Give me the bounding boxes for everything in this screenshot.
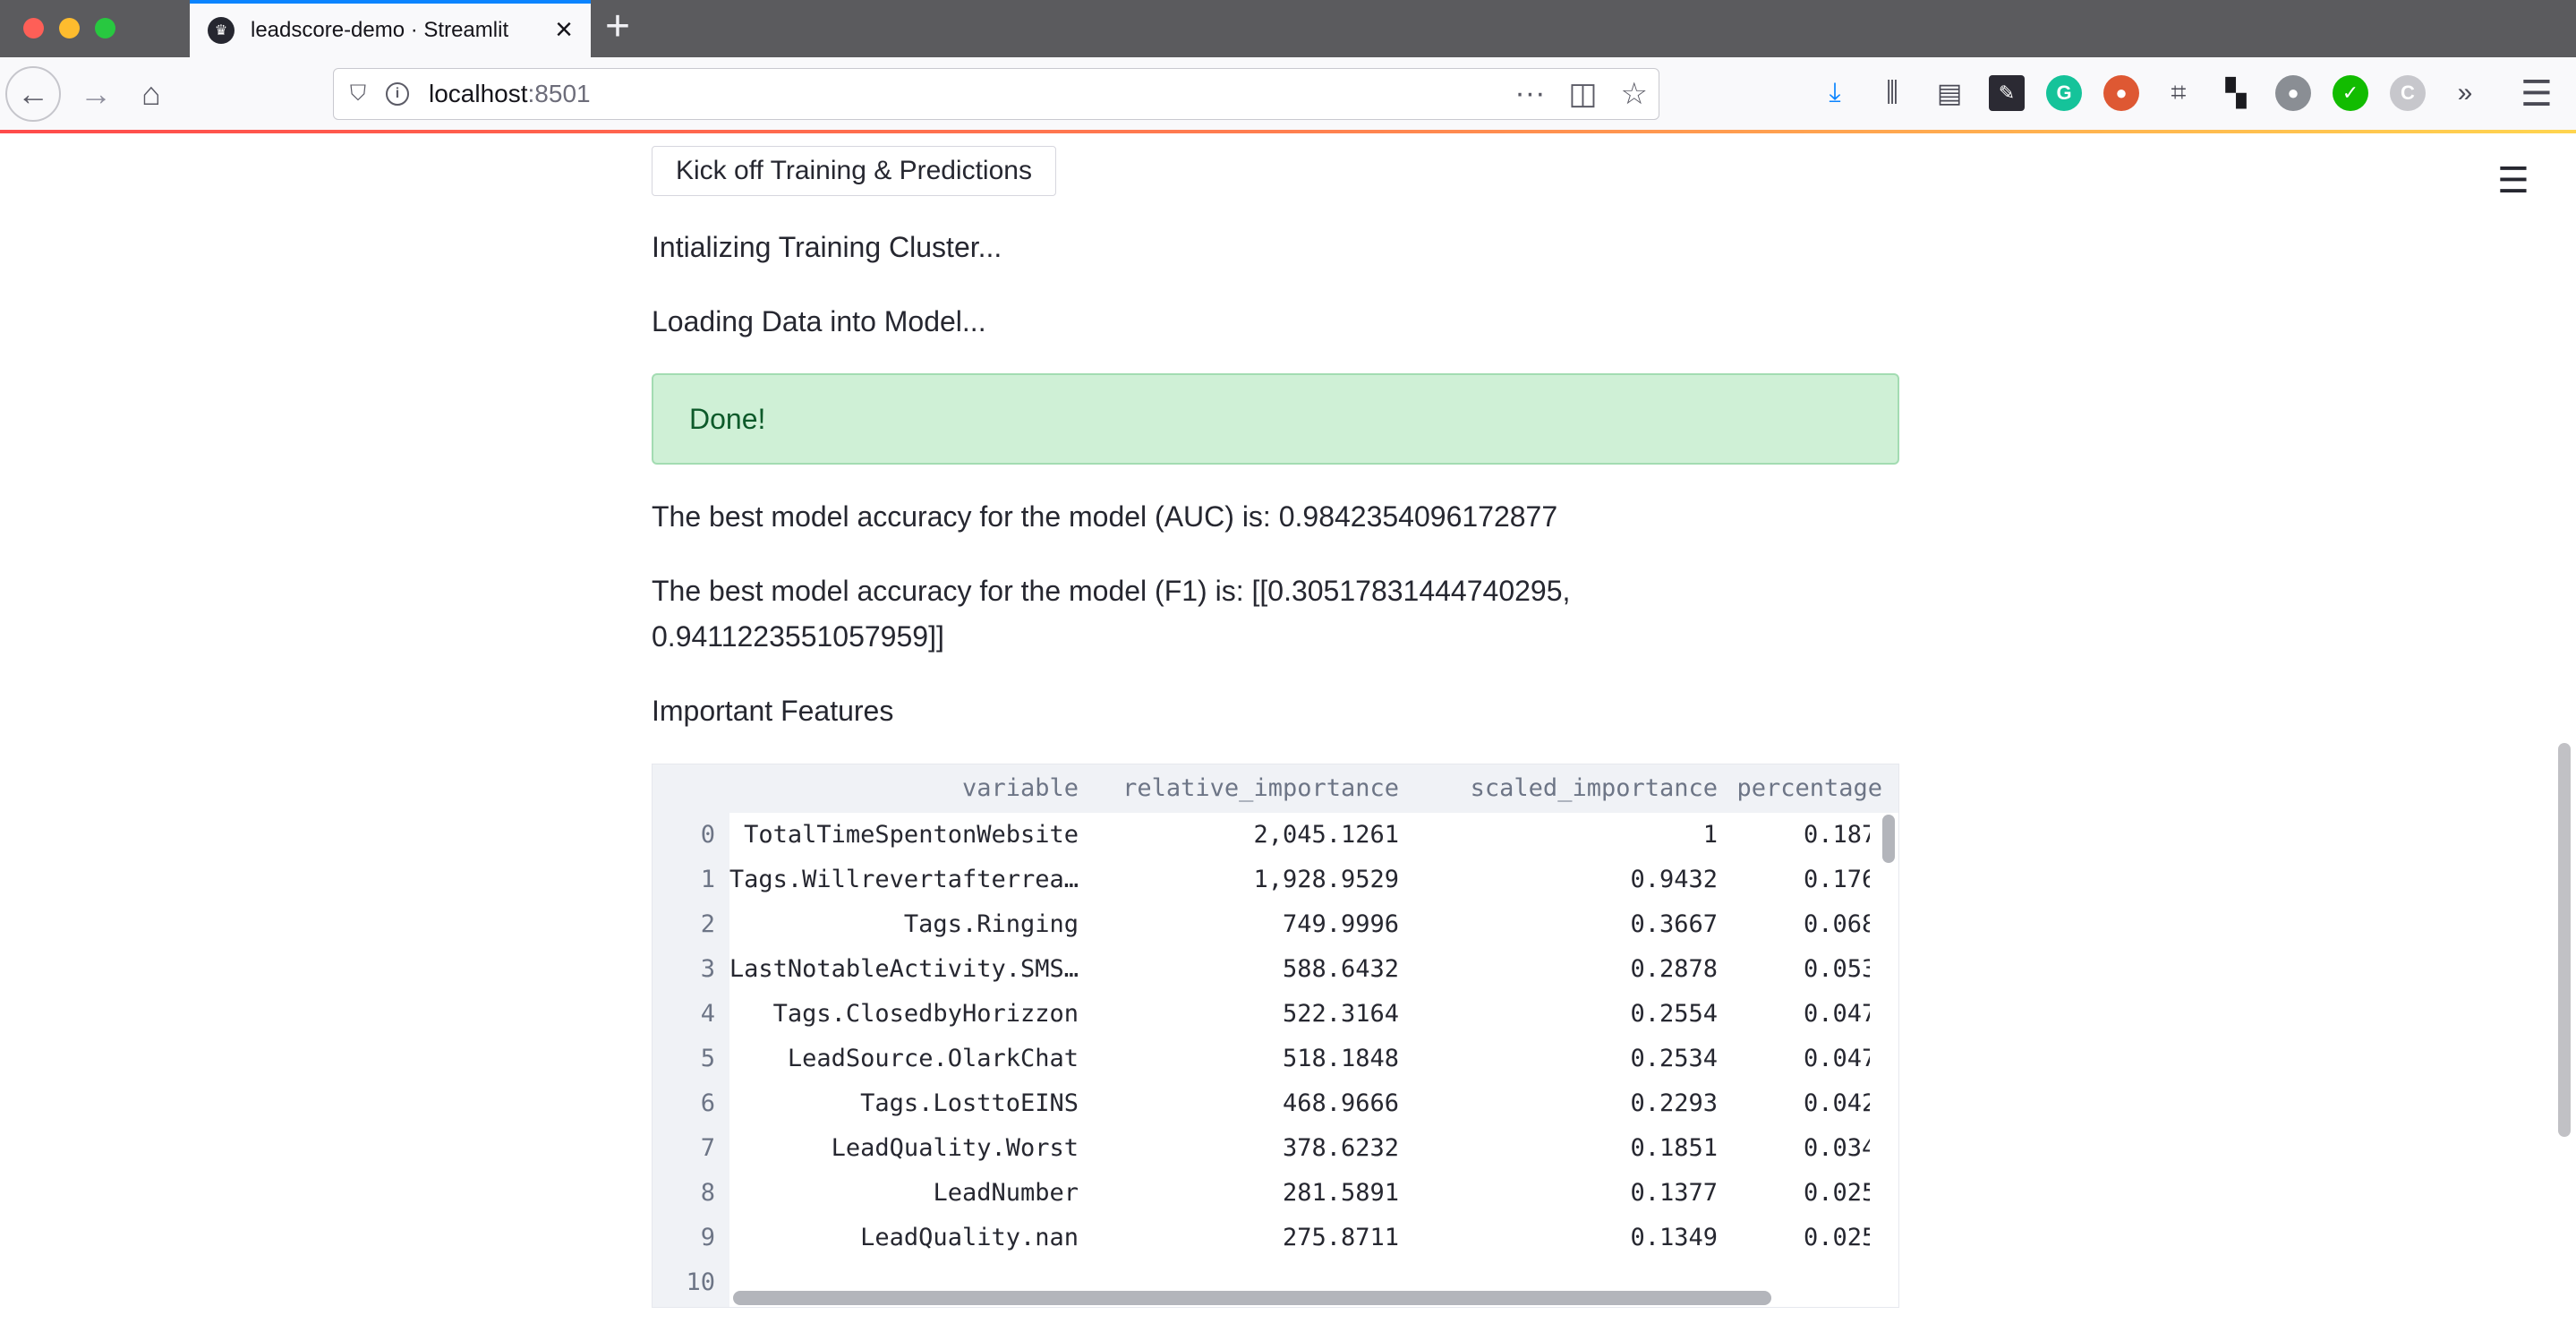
cell-relative-importance: 2,045.1261 xyxy=(1253,821,1399,849)
address-bar[interactable]: ⛉ i localhost:8501 ··· ◫ ☆ xyxy=(333,68,1659,120)
cell-variable: LeadNumber xyxy=(933,1179,1079,1207)
cell-variable: Tags.Willrevertafterrea… xyxy=(729,866,1079,893)
url-host: localhost xyxy=(429,80,528,107)
success-alert: Done! xyxy=(652,373,1899,465)
downloads-icon[interactable]: ⤓ xyxy=(1817,75,1853,111)
extension-grid-icon[interactable]: ⌗ xyxy=(2161,75,2196,111)
success-message: Done! xyxy=(689,402,766,435)
cell-percentage: 0.187 xyxy=(1804,821,1870,849)
close-window-button[interactable] xyxy=(23,18,44,38)
dataframe-horizontal-scrollbar[interactable] xyxy=(733,1291,1771,1305)
cell-percentage: 0.025 xyxy=(1804,1224,1870,1251)
overflow-chevron-icon[interactable]: » xyxy=(2447,75,2483,111)
features-heading: Important Features xyxy=(652,695,894,727)
column-header-relative-importance: relative_importance xyxy=(1122,774,1399,802)
cell-variable: TotalTimeSpentonWebsite xyxy=(744,821,1079,849)
new-tab-icon[interactable]: + xyxy=(605,5,630,48)
cell-variable: Tags.Ringing xyxy=(903,910,1079,938)
browser-tab-bar: ♛ leadscore-demo · Streamlit × + xyxy=(0,0,2576,57)
cell-scaled-importance: 0.1377 xyxy=(1630,1179,1718,1207)
browser-nav-bar: ← → ⌂ ⛉ i localhost:8501 ··· ◫ ☆ ⤓ ⫼ ▤ ✎… xyxy=(0,57,2576,131)
cell-percentage: 0.034 xyxy=(1804,1134,1870,1162)
cell-scaled-importance: 0.2534 xyxy=(1630,1045,1718,1072)
library-icon[interactable]: ⫼ xyxy=(1874,75,1910,111)
cell-relative-importance: 378.6232 xyxy=(1282,1134,1399,1162)
important-features-dataframe[interactable]: variable relative_importance scaled_import… xyxy=(652,764,1899,1308)
cell-scaled-importance: 0.1349 xyxy=(1630,1224,1718,1251)
site-info-icon[interactable]: i xyxy=(386,82,409,106)
sidebar-icon[interactable]: ▤ xyxy=(1932,75,1967,111)
url-port: :8501 xyxy=(527,80,591,107)
grammarly-icon[interactable]: G xyxy=(2046,75,2082,111)
profile-avatar-icon[interactable]: ● xyxy=(2275,75,2311,111)
cell-percentage: 0.068 xyxy=(1804,910,1870,938)
column-header-variable: variable xyxy=(961,774,1079,802)
minimize-window-button[interactable] xyxy=(59,18,80,38)
cell-variable: Tags.ClosedbyHorizzon xyxy=(772,1000,1079,1028)
cell-scaled-importance: 0.1851 xyxy=(1630,1134,1718,1162)
status-initializing: Intializing Training Cluster... xyxy=(652,231,1002,263)
cell-variable: LeadQuality.Worst xyxy=(831,1134,1079,1162)
cell-relative-importance: 588.6432 xyxy=(1282,955,1399,983)
cell-relative-importance: 518.1848 xyxy=(1282,1045,1399,1072)
cell-percentage: 0.025 xyxy=(1804,1179,1870,1207)
cell-relative-importance: 281.5891 xyxy=(1282,1179,1399,1207)
extension-pin-icon[interactable]: ✎ xyxy=(1989,75,2025,111)
browser-menu-icon[interactable]: ☰ xyxy=(2521,73,2553,115)
duckduckgo-icon[interactable]: ● xyxy=(2103,75,2139,111)
cell-variable: LastNotableActivity.SMS… xyxy=(729,955,1079,983)
cell-relative-importance: 749.9996 xyxy=(1282,910,1399,938)
cell-scaled-importance: 0.2878 xyxy=(1630,955,1718,983)
forward-arrow-icon[interactable]: → xyxy=(68,66,124,122)
back-arrow-icon[interactable]: ← xyxy=(5,66,61,122)
cell-percentage: 0.042 xyxy=(1804,1089,1870,1117)
auc-result: The best model accuracy for the model (A… xyxy=(652,500,1558,533)
pocket-icon[interactable]: ◫ xyxy=(1568,76,1597,112)
cell-scaled-importance: 0.9432 xyxy=(1630,866,1718,893)
home-icon[interactable]: ⌂ xyxy=(124,66,179,122)
cell-scaled-importance: 1 xyxy=(1702,821,1718,849)
cell-relative-importance: 275.8711 xyxy=(1282,1224,1399,1251)
tracking-shield-icon[interactable]: ⛉ xyxy=(350,81,366,107)
cell-percentage: 0.047 xyxy=(1804,1000,1870,1028)
cell-scaled-importance: 0.2293 xyxy=(1630,1089,1718,1117)
cell-variable: LeadQuality.nan xyxy=(860,1224,1079,1251)
status-loading: Loading Data into Model... xyxy=(652,305,986,337)
page-actions-icon[interactable]: ··· xyxy=(1514,76,1545,112)
cell-scaled-importance: 0.3667 xyxy=(1630,910,1718,938)
cell-variable: Tags.LosttoEINS xyxy=(860,1089,1079,1117)
cell-percentage: 0.053 xyxy=(1804,955,1870,983)
streamlit-crown-icon: ♛ xyxy=(208,17,235,44)
cell-variable: LeadSource.OlarkChat xyxy=(787,1045,1079,1072)
f1-result-line-2: 0.9411223551057959]] xyxy=(652,620,944,653)
app-menu-icon[interactable]: ☰ xyxy=(2497,163,2529,199)
dataframe-vertical-scrollbar[interactable] xyxy=(1882,815,1895,863)
kick-off-training-button[interactable]: Kick off Training & Predictions xyxy=(652,146,1056,196)
streamlit-decoration-bar xyxy=(0,130,2576,133)
bookmark-star-icon[interactable]: ☆ xyxy=(1621,76,1648,112)
close-tab-icon[interactable]: × xyxy=(555,14,573,45)
cell-percentage: 0.176 xyxy=(1804,866,1870,893)
cell-relative-importance: 468.9666 xyxy=(1282,1089,1399,1117)
cell-relative-importance: 522.3164 xyxy=(1282,1000,1399,1028)
tab-title: leadscore-demo · Streamlit xyxy=(251,18,509,42)
column-header-scaled-importance: scaled_importance xyxy=(1470,774,1718,802)
extension-c-icon[interactable]: C xyxy=(2390,75,2426,111)
browser-tab-active[interactable]: ♛ leadscore-demo · Streamlit × xyxy=(190,0,591,57)
check-extension-icon[interactable]: ✓ xyxy=(2333,75,2368,111)
page-scrollbar[interactable] xyxy=(2558,743,2571,1137)
cell-relative-importance: 1,928.9529 xyxy=(1253,866,1399,893)
cell-scaled-importance: 0.2554 xyxy=(1630,1000,1718,1028)
extension-apps-icon[interactable]: ▚ xyxy=(2218,75,2254,111)
cell-percentage: 0.047 xyxy=(1804,1045,1870,1072)
f1-result-line-1: The best model accuracy for the model (F… xyxy=(652,575,1571,607)
column-header-percentage: percentage xyxy=(1736,774,1882,802)
maximize-window-button[interactable] xyxy=(95,18,115,38)
